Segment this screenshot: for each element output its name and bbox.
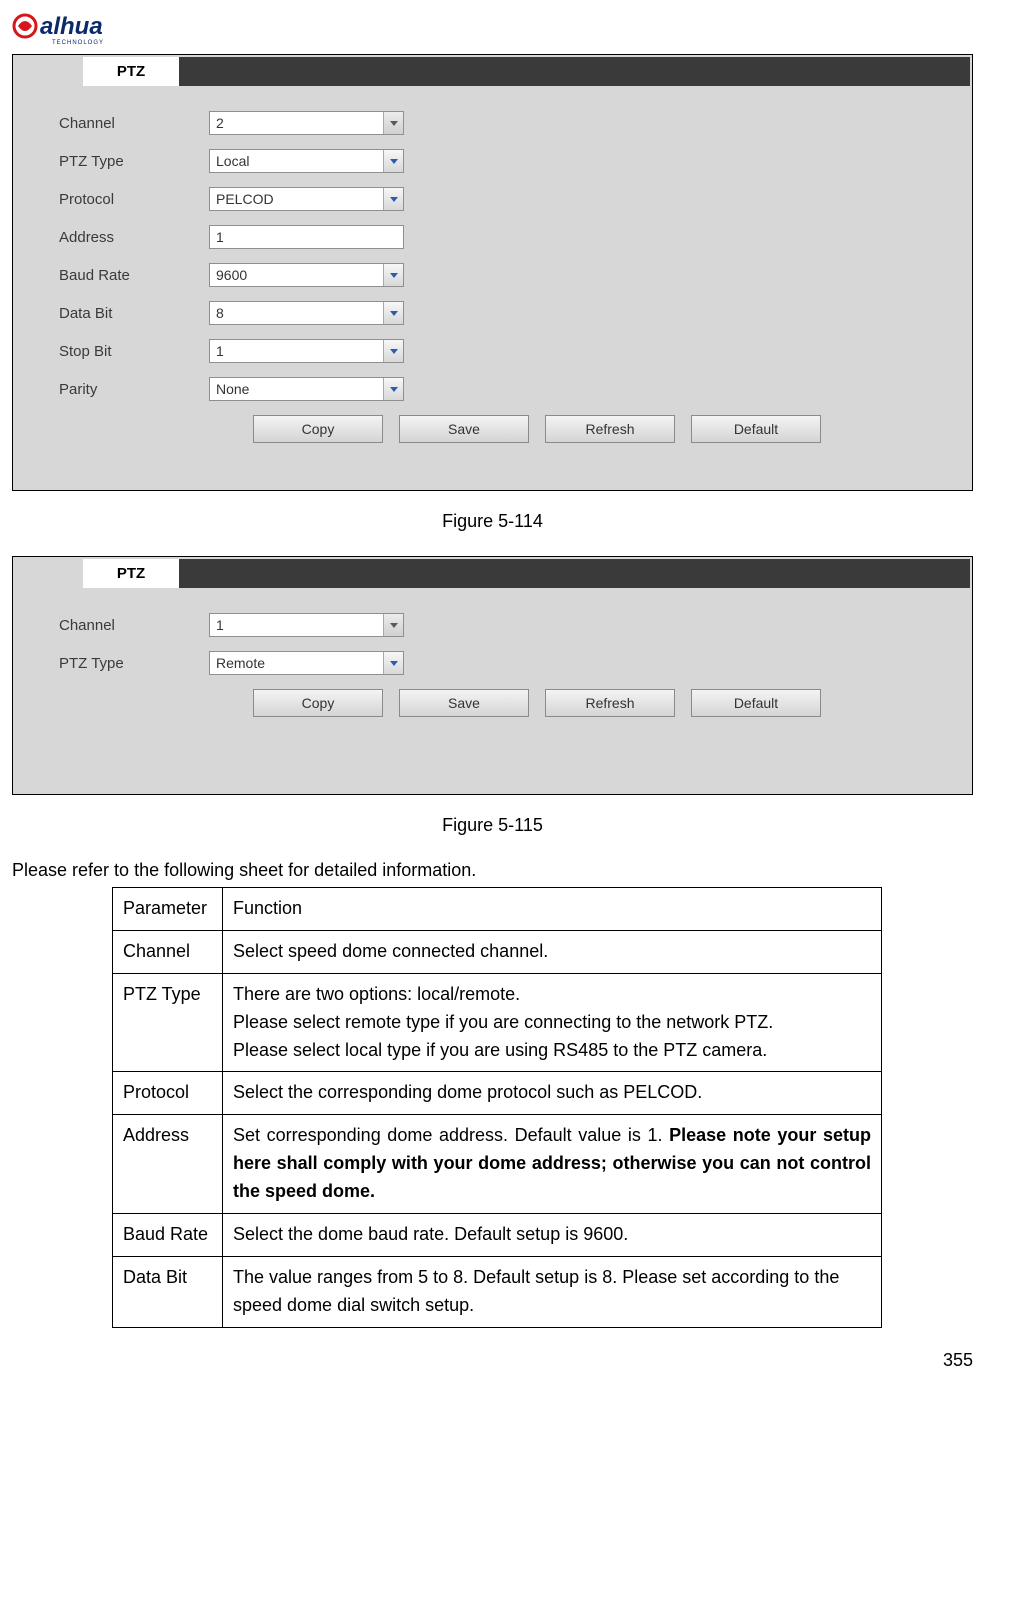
field-label: Data Bit: [59, 305, 209, 322]
copy-button[interactable]: Copy: [253, 689, 383, 717]
field-label: Address: [59, 229, 209, 246]
save-button[interactable]: Save: [399, 689, 529, 717]
ptz-type-select[interactable]: Remote: [209, 651, 404, 675]
panel-title: PTZ: [83, 559, 179, 588]
field-label: Channel: [59, 617, 209, 634]
param-cell: Baud Rate: [113, 1214, 223, 1257]
refresh-button[interactable]: Refresh: [545, 415, 675, 443]
chevron-down-icon[interactable]: [383, 652, 403, 674]
chevron-down-icon: [383, 112, 403, 134]
function-cell: Select the dome baud rate. Default setup…: [223, 1214, 882, 1257]
default-button[interactable]: Default: [691, 415, 821, 443]
table-row: Address Set corresponding dome address. …: [113, 1115, 882, 1214]
chevron-down-icon[interactable]: [383, 188, 403, 210]
data-bit-select[interactable]: 8: [209, 301, 404, 325]
brand-logo: alhua TECHNOLOGY: [12, 12, 973, 46]
parameter-table: Parameter Function Channel Select speed …: [112, 887, 882, 1328]
param-cell: Channel: [113, 930, 223, 973]
address-input[interactable]: 1: [209, 225, 404, 249]
header-parameter: Parameter: [113, 888, 223, 931]
field-label: Baud Rate: [59, 267, 209, 284]
field-label: PTZ Type: [59, 655, 209, 672]
field-label: PTZ Type: [59, 153, 209, 170]
parity-select[interactable]: None: [209, 377, 404, 401]
param-cell: PTZ Type: [113, 973, 223, 1072]
param-cell: Address: [113, 1115, 223, 1214]
function-cell: The value ranges from 5 to 8. Default se…: [223, 1256, 882, 1327]
table-row: PTZ Type There are two options: local/re…: [113, 973, 882, 1072]
chevron-down-icon[interactable]: [383, 378, 403, 400]
field-label: Stop Bit: [59, 343, 209, 360]
field-label: Channel: [59, 115, 209, 132]
table-row: Protocol Select the corresponding dome p…: [113, 1072, 882, 1115]
function-cell: Select speed dome connected channel.: [223, 930, 882, 973]
stop-bit-select[interactable]: 1: [209, 339, 404, 363]
table-row: Data Bit The value ranges from 5 to 8. D…: [113, 1256, 882, 1327]
chevron-down-icon[interactable]: [383, 264, 403, 286]
table-row: Channel Select speed dome connected chan…: [113, 930, 882, 973]
protocol-select[interactable]: PELCOD: [209, 187, 404, 211]
table-header-row: Parameter Function: [113, 888, 882, 931]
panel-title: PTZ: [83, 57, 179, 86]
ptz-type-select[interactable]: Local: [209, 149, 404, 173]
copy-button[interactable]: Copy: [253, 415, 383, 443]
intro-text: Please refer to the following sheet for …: [12, 860, 973, 881]
channel-select: 1: [209, 613, 404, 637]
figure-caption-1: Figure 5-114: [12, 511, 973, 532]
function-cell: Select the corresponding dome protocol s…: [223, 1072, 882, 1115]
param-cell: Data Bit: [113, 1256, 223, 1327]
channel-select: 2: [209, 111, 404, 135]
logo-text: alhua: [40, 13, 103, 40]
function-cell: There are two options: local/remote. Ple…: [223, 973, 882, 1072]
chevron-down-icon[interactable]: [383, 150, 403, 172]
field-label: Parity: [59, 381, 209, 398]
svg-text:TECHNOLOGY: TECHNOLOGY: [52, 40, 104, 46]
save-button[interactable]: Save: [399, 415, 529, 443]
chevron-down-icon[interactable]: [383, 302, 403, 324]
param-cell: Protocol: [113, 1072, 223, 1115]
figure-caption-2: Figure 5-115: [12, 815, 973, 836]
chevron-down-icon: [383, 614, 403, 636]
function-cell: Set corresponding dome address. Default …: [223, 1115, 882, 1214]
baud-rate-select[interactable]: 9600: [209, 263, 404, 287]
page-number: 355: [12, 1350, 973, 1371]
table-row: Baud Rate Select the dome baud rate. Def…: [113, 1214, 882, 1257]
chevron-down-icon[interactable]: [383, 340, 403, 362]
header-function: Function: [223, 888, 882, 931]
field-label: Protocol: [59, 191, 209, 208]
ptz-panel-remote: PTZ Channel1 PTZ TypeRemote Copy Save Refres…: [12, 556, 973, 795]
ptz-panel-local: PTZ Channel2 PTZ TypeLocal ProtocolPELCOD A…: [12, 54, 973, 491]
default-button[interactable]: Default: [691, 689, 821, 717]
refresh-button[interactable]: Refresh: [545, 689, 675, 717]
